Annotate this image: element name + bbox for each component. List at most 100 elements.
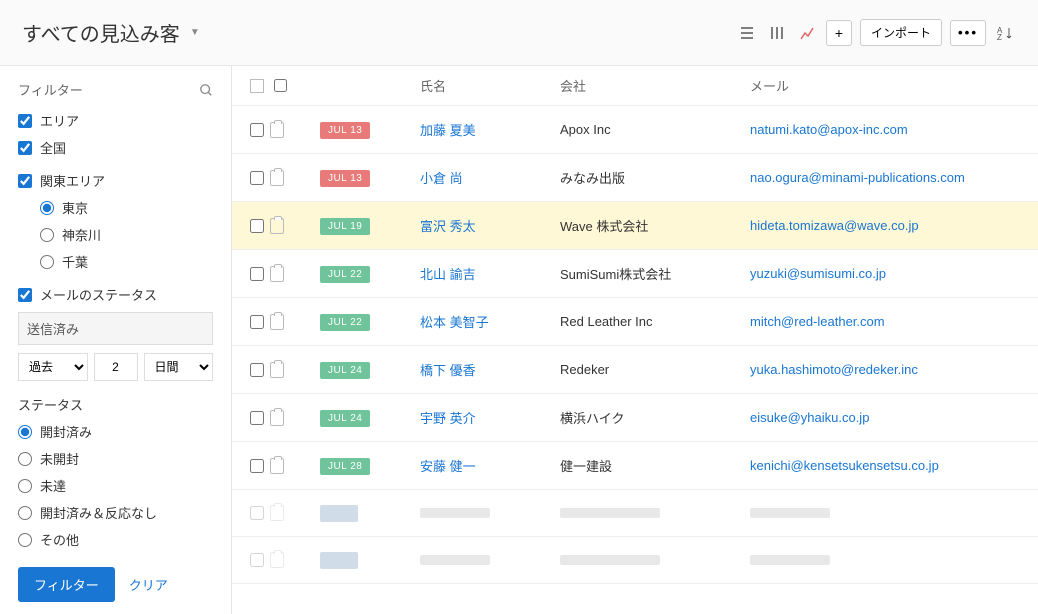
email-link[interactable]: yuka.hashimoto@redeker.inc (750, 362, 918, 377)
title-dropdown-icon[interactable]: ▼ (190, 27, 200, 38)
company-text: みなみ出版 (560, 171, 625, 186)
days-select[interactable]: 日間 (144, 353, 214, 381)
expand-all-icon[interactable] (250, 79, 264, 93)
name-link[interactable]: 安藤 健一 (420, 459, 476, 474)
table-row[interactable]: JUL 22 北山 諭吉 SumiSumi株式会社 yuzuki@sumisum… (232, 250, 1038, 298)
select-all-checkbox[interactable] (274, 79, 287, 92)
company-text: Red Leather Inc (560, 314, 653, 329)
date-badge: XXX (320, 505, 358, 522)
clipboard-icon[interactable] (270, 410, 284, 426)
row-checkbox[interactable] (250, 315, 264, 329)
clipboard-icon (270, 552, 284, 568)
row-checkbox[interactable] (250, 123, 264, 137)
more-button[interactable]: ••• (950, 20, 986, 46)
chart-icon[interactable] (796, 22, 818, 44)
unopened-label: 未開封 (40, 449, 79, 468)
other-radio[interactable] (18, 533, 32, 547)
row-checkbox[interactable] (250, 219, 264, 233)
row-checkbox[interactable] (250, 411, 264, 425)
email-link[interactable]: nao.ogura@minami-publications.com (750, 170, 965, 185)
row-checkbox[interactable] (250, 459, 264, 473)
chiba-radio[interactable] (40, 255, 54, 269)
page-header: すべての見込み客 ▼ + インポート ••• AZ (0, 0, 1038, 66)
email-link[interactable]: natumi.kato@apox-inc.com (750, 122, 908, 137)
clipboard-icon[interactable] (270, 266, 284, 282)
other-label: その他 (40, 530, 79, 549)
row-checkbox[interactable] (250, 171, 264, 185)
email-link[interactable]: kenichi@kensetsukensetsu.co.jp (750, 458, 939, 473)
unopened-radio[interactable] (18, 452, 32, 466)
table-row[interactable]: JUL 19 富沢 秀太 Wave 株式会社 hideta.tomizawa@w… (232, 202, 1038, 250)
date-badge: JUL 24 (320, 410, 370, 427)
filter-label: フィルター (18, 80, 83, 99)
clipboard-icon[interactable] (270, 314, 284, 330)
date-value-input[interactable] (94, 353, 138, 381)
opened-radio[interactable] (18, 425, 32, 439)
status-label: ステータス (18, 395, 213, 414)
opened-no-response-radio[interactable] (18, 506, 32, 520)
search-icon[interactable] (199, 83, 213, 97)
name-link[interactable]: 橋下 優香 (420, 363, 476, 378)
kanto-checkbox[interactable] (18, 174, 32, 188)
name-link[interactable]: 富沢 秀太 (420, 219, 476, 234)
row-checkbox[interactable] (250, 267, 264, 281)
area-checkbox[interactable] (18, 114, 32, 128)
list-view-icon[interactable] (736, 22, 758, 44)
apply-filter-button[interactable]: フィルター (18, 567, 115, 602)
date-badge: JUL 13 (320, 122, 370, 139)
table-row[interactable]: JUL 13 加藤 夏美 Apox Inc natumi.kato@apox-i… (232, 106, 1038, 154)
table-row[interactable]: JUL 13 小倉 尚 みなみ出版 nao.ogura@minami-publi… (232, 154, 1038, 202)
email-link[interactable]: mitch@red-leather.com (750, 314, 885, 329)
clipboard-icon[interactable] (270, 218, 284, 234)
name-link[interactable]: 松本 美智子 (420, 315, 489, 330)
row-checkbox[interactable] (250, 363, 264, 377)
name-link[interactable]: 北山 諭吉 (420, 267, 476, 282)
header-name[interactable]: 氏名 (420, 76, 560, 95)
name-link[interactable]: 宇野 英介 (420, 411, 476, 426)
mail-status-checkbox[interactable] (18, 288, 32, 302)
clipboard-icon[interactable] (270, 170, 284, 186)
row-checkbox (250, 553, 264, 567)
sent-select[interactable]: 送信済み (18, 312, 213, 345)
date-badge: JUL 22 (320, 314, 370, 331)
row-checkbox (250, 506, 264, 520)
kanagawa-radio[interactable] (40, 228, 54, 242)
undelivered-radio[interactable] (18, 479, 32, 493)
header-left: すべての見込み客 ▼ (22, 18, 200, 47)
name-link[interactable]: 小倉 尚 (420, 171, 463, 186)
import-button[interactable]: インポート (860, 19, 942, 46)
clipboard-icon[interactable] (270, 362, 284, 378)
area-label: エリア (40, 111, 79, 130)
header-email[interactable]: メール (750, 76, 1020, 95)
nationwide-label: 全国 (40, 138, 66, 157)
company-text: Wave 株式会社 (560, 219, 648, 234)
table-row[interactable]: JUL 24 宇野 英介 横浜ハイク eisuke@yhaiku.co.jp (232, 394, 1038, 442)
header-company[interactable]: 会社 (560, 76, 750, 95)
table-row[interactable]: JUL 28 安藤 健一 健一建設 kenichi@kensetsukenset… (232, 442, 1038, 490)
past-select[interactable]: 過去 (18, 353, 88, 381)
clipboard-icon[interactable] (270, 122, 284, 138)
date-badge: JUL 22 (320, 266, 370, 283)
nationwide-checkbox[interactable] (18, 141, 32, 155)
chiba-label: 千葉 (62, 252, 88, 271)
column-view-icon[interactable] (766, 22, 788, 44)
table-content: 氏名 会社 メール JUL 13 加藤 夏美 Apox Inc natumi.k… (232, 66, 1038, 614)
clear-filter-link[interactable]: クリア (129, 575, 168, 594)
opened-no-response-label: 開封済み＆反応なし (40, 503, 157, 522)
email-link[interactable]: hideta.tomizawa@wave.co.jp (750, 218, 919, 233)
tokyo-radio[interactable] (40, 201, 54, 215)
email-link[interactable]: eisuke@yhaiku.co.jp (750, 410, 869, 425)
table-row[interactable]: JUL 24 橋下 優香 Redeker yuka.hashimoto@rede… (232, 346, 1038, 394)
sort-icon[interactable]: AZ (994, 22, 1016, 44)
skeleton-row: XXX (232, 537, 1038, 584)
add-button[interactable]: + (826, 20, 852, 46)
table-row[interactable]: JUL 22 松本 美智子 Red Leather Inc mitch@red-… (232, 298, 1038, 346)
mail-status-label: メールのステータス (40, 285, 157, 304)
date-badge: JUL 13 (320, 170, 370, 187)
email-link[interactable]: yuzuki@sumisumi.co.jp (750, 266, 886, 281)
undelivered-label: 未達 (40, 476, 66, 495)
table-header-row: 氏名 会社 メール (232, 66, 1038, 106)
company-text: Redeker (560, 362, 609, 377)
clipboard-icon[interactable] (270, 458, 284, 474)
name-link[interactable]: 加藤 夏美 (420, 123, 476, 138)
